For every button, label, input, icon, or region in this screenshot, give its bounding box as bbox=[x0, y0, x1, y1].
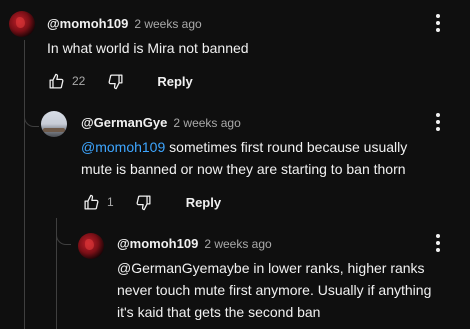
thread-connector bbox=[56, 226, 71, 245]
avatar[interactable] bbox=[41, 111, 67, 137]
avatar[interactable] bbox=[78, 233, 104, 259]
like-button[interactable] bbox=[81, 192, 101, 212]
reply-button[interactable]: Reply bbox=[186, 195, 221, 210]
dislike-button[interactable] bbox=[134, 192, 154, 212]
comment-text: @GermanGyemaybe in lower ranks, higher r… bbox=[117, 257, 462, 323]
more-vert-icon[interactable] bbox=[435, 14, 441, 32]
like-button[interactable] bbox=[46, 71, 66, 91]
thread-line bbox=[24, 40, 25, 329]
comment-thread: @momoh109 2 weeks ago In what world is M… bbox=[0, 0, 470, 329]
comment-text: In what world is Mira not banned bbox=[47, 40, 249, 56]
reply-button[interactable]: Reply bbox=[157, 74, 192, 89]
comment-text-line: @GermanGyemaybe in lower ranks, higher r… bbox=[117, 260, 425, 276]
thread-connector bbox=[24, 100, 39, 127]
comment-text-line: never touch mute first anymore. Usually … bbox=[117, 282, 432, 298]
comment-text-line: mute is banned or now they are starting … bbox=[81, 161, 406, 177]
comment-timestamp[interactable]: 2 weeks ago bbox=[134, 17, 201, 31]
more-vert-icon[interactable] bbox=[435, 234, 441, 252]
dislike-button[interactable] bbox=[105, 71, 125, 91]
more-vert-icon[interactable] bbox=[435, 113, 441, 131]
comment-author[interactable]: @momoh109 bbox=[117, 236, 198, 251]
avatar[interactable] bbox=[9, 11, 35, 37]
comment-author[interactable]: @GermanGye bbox=[81, 115, 167, 130]
thumbs-down-icon bbox=[108, 73, 123, 89]
mention-link[interactable]: @momoh109 bbox=[81, 139, 165, 155]
thumbs-down-icon bbox=[136, 194, 151, 210]
like-count: 22 bbox=[72, 74, 86, 88]
thumbs-up-icon bbox=[83, 194, 98, 210]
comment-text-line: sometimes first round because usually bbox=[165, 139, 408, 155]
comment-text-line: it's kaid that gets the second ban bbox=[117, 304, 321, 320]
comment-timestamp[interactable]: 2 weeks ago bbox=[204, 237, 271, 251]
like-count: 1 bbox=[107, 195, 114, 209]
comment-timestamp[interactable]: 2 weeks ago bbox=[173, 116, 240, 130]
thumbs-up-icon bbox=[48, 73, 63, 89]
comment-author[interactable]: @momoh109 bbox=[47, 16, 128, 31]
comment-text: @momoh109 sometimes first round because … bbox=[81, 136, 451, 180]
